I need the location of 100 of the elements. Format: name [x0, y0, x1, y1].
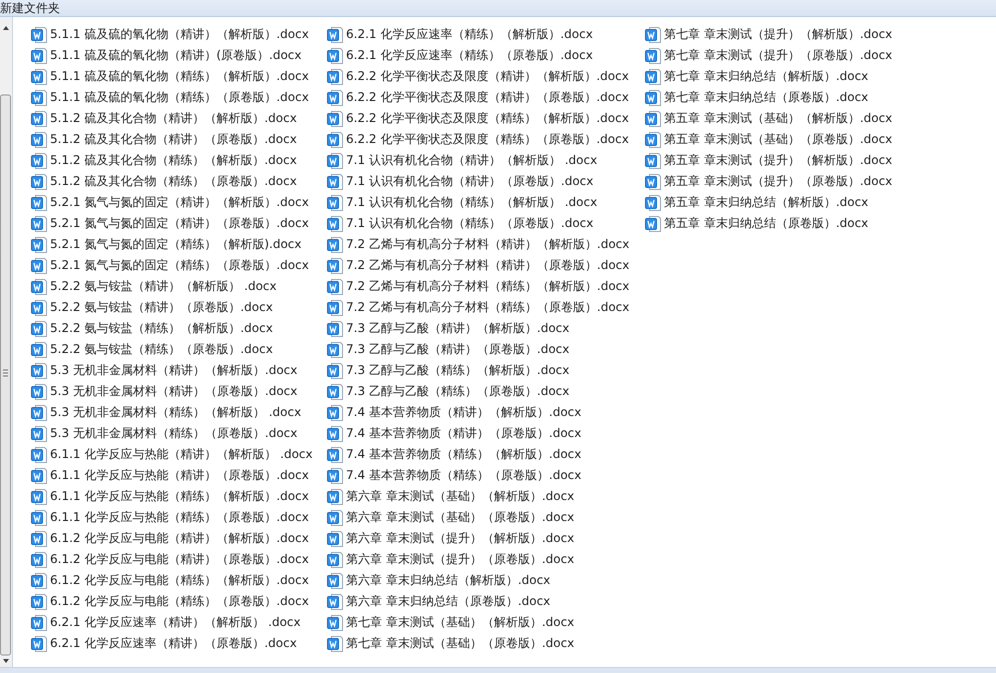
file-name[interactable]: 6.1.2 化学反应与电能（精练）（解析版）.docx [50, 572, 309, 589]
word-document-icon [31, 342, 47, 358]
file-name[interactable]: 第六章 章末归纳总结（原卷版）.docx [346, 593, 550, 610]
file-name[interactable]: 7.4 基本营养物质（精练）（解析版）.docx [346, 446, 582, 463]
file-name[interactable]: 7.2 乙烯与有机高分子材料（精练）（解析版）.docx [346, 278, 630, 295]
file-name[interactable]: 7.3 乙醇与乙酸（精练）（解析版）.docx [346, 362, 570, 379]
word-document-icon [327, 342, 343, 358]
file-name[interactable]: 5.1.2 硫及其化合物（精练）（原卷版）.docx [50, 173, 297, 190]
file-name[interactable]: 7.2 乙烯与有机高分子材料（精讲）（原卷版）.docx [346, 257, 630, 274]
file-name[interactable]: 7.3 乙醇与乙酸（精讲）（原卷版）.docx [346, 341, 570, 358]
file-name[interactable]: 5.2.1 氮气与氮的固定（精讲）（解析版）.docx [50, 194, 309, 211]
word-document-icon [31, 258, 47, 274]
word-document-icon [31, 446, 47, 462]
word-document-icon [31, 48, 47, 64]
file-name[interactable]: 第五章 章末测试（基础）（原卷版）.docx [664, 131, 892, 148]
word-document-icon [327, 552, 343, 568]
file-name[interactable]: 5.3 无机非金属材料（精练）（原卷版）.docx [50, 425, 298, 442]
file-name[interactable]: 6.2.1 化学反应速率（精练）（解析版）.docx [346, 26, 593, 43]
file-name[interactable]: 6.2.2 化学平衡状态及限度（精练）（原卷版）.docx [346, 131, 629, 148]
file-name[interactable]: 第五章 章末测试（提升）（解析版）.docx [664, 152, 892, 169]
word-document-icon [645, 68, 661, 84]
file-name[interactable]: 7.3 乙醇与乙酸（精练）（原卷版）.docx [346, 383, 570, 400]
file-name[interactable]: 5.2.1 氮气与氮的固定（精练）（解析版).docx [50, 236, 302, 253]
file-name[interactable]: 5.1.2 硫及其化合物（精讲）（解析版）.docx [50, 110, 297, 127]
file-name[interactable]: 7.4 基本营养物质（精讲）（解析版）.docx [346, 404, 582, 421]
file-name[interactable]: 第七章 章末测试（基础）（解析版）.docx [346, 614, 574, 631]
word-document-icon [31, 216, 47, 232]
file-name[interactable]: 5.1.1 硫及硫的氧化物（精讲）（解析版）.docx [50, 26, 309, 43]
word-document-icon [31, 510, 47, 526]
word-document-icon [645, 152, 661, 168]
file-name[interactable]: 6.2.1 化学反应速率（精讲）（解析版） .docx [50, 614, 301, 631]
word-document-icon [31, 194, 47, 210]
file-name[interactable]: 第六章 章末测试（提升）（解析版）.docx [346, 530, 574, 547]
file-name[interactable]: 7.4 基本营养物质（精练）（原卷版）.docx [346, 467, 582, 484]
file-name[interactable]: 5.2.2 氨与铵盐（精练）（原卷版）.docx [50, 341, 273, 358]
file-name[interactable]: 第五章 章末测试（基础）（解析版）.docx [664, 110, 892, 127]
file-name[interactable]: 5.2.1 氮气与氮的固定（精练）（原卷版）.docx [50, 257, 309, 274]
word-document-icon [31, 132, 47, 148]
file-name[interactable]: 第六章 章末测试（基础）（原卷版）.docx [346, 509, 574, 526]
word-document-icon [645, 48, 661, 64]
word-document-icon [327, 614, 343, 630]
file-name[interactable]: 6.2.2 化学平衡状态及限度（精讲）（解析版）.docx [346, 68, 629, 85]
file-name[interactable]: 6.1.2 化学反应与电能（精练）（原卷版）.docx [50, 593, 309, 610]
word-document-icon [31, 68, 47, 84]
file-name[interactable]: 5.1.2 硫及其化合物（精讲）（原卷版）.docx [50, 131, 297, 148]
file-name[interactable]: 7.3 乙醇与乙酸（精讲）（解析版）.docx [346, 320, 570, 337]
file-name[interactable]: 5.1.2 硫及其化合物（精练）（解析版）.docx [50, 152, 297, 169]
file-name[interactable]: 6.1.1 化学反应与热能（精练）（解析版）.docx [50, 488, 309, 505]
file-name[interactable]: 6.1.1 化学反应与热能（精讲）（原卷版）.docx [50, 467, 309, 484]
word-document-icon [327, 446, 343, 462]
file-name[interactable]: 第六章 章末归纳总结（解析版）.docx [346, 572, 550, 589]
file-name[interactable]: 第七章 章末归纳总结（解析版）.docx [664, 68, 868, 85]
word-document-icon [327, 510, 343, 526]
file-name[interactable]: 6.1.1 化学反应与热能（精讲）（解析版） .docx [50, 446, 313, 463]
word-document-icon [31, 236, 47, 252]
file-name[interactable]: 6.2.1 化学反应速率（精讲）（原卷版）.docx [50, 635, 297, 652]
file-name[interactable]: 5.1.1 硫及硫的氧化物（精练）（解析版）.docx [50, 68, 309, 85]
file-name[interactable]: 第六章 章末测试（提升）（原卷版）.docx [346, 551, 574, 568]
file-name[interactable]: 5.3 无机非金属材料（精讲）（原卷版）.docx [50, 383, 298, 400]
file-name[interactable]: 第五章 章末归纳总结（原卷版）.docx [664, 215, 868, 232]
file-name[interactable]: 7.4 基本营养物质（精讲）（原卷版）.docx [346, 425, 582, 442]
file-name[interactable]: 7.2 乙烯与有机高分子材料（精讲）（解析版）.docx [346, 236, 630, 253]
word-document-icon [327, 174, 343, 190]
file-name[interactable]: 6.1.1 化学反应与热能（精练）（原卷版）.docx [50, 509, 309, 526]
file-name[interactable]: 第七章 章末测试（提升）（原卷版）.docx [664, 47, 892, 64]
file-name[interactable]: 5.2.2 氨与铵盐（精讲）（原卷版）.docx [50, 299, 273, 316]
word-document-icon [31, 426, 47, 442]
file-name[interactable]: 6.2.2 化学平衡状态及限度（精练）（解析版）.docx [346, 110, 629, 127]
word-document-icon [327, 320, 343, 336]
word-document-icon [645, 26, 661, 42]
word-document-icon [645, 132, 661, 148]
file-name[interactable]: 6.2.2 化学平衡状态及限度（精讲）（原卷版）.docx [346, 89, 629, 106]
word-document-icon [327, 132, 343, 148]
file-name[interactable]: 5.2.2 氨与铵盐（精讲）（解析版） .docx [50, 278, 277, 295]
file-name[interactable]: 5.1.1 硫及硫的氧化物（精讲）(原卷版）.docx [50, 47, 302, 64]
file-name[interactable]: 7.1 认识有机化合物（精讲）（原卷版）.docx [346, 173, 594, 190]
file-name[interactable]: 第七章 章末归纳总结（原卷版）.docx [664, 89, 868, 106]
word-document-icon [31, 404, 47, 420]
word-document-icon [31, 384, 47, 400]
file-name[interactable]: 5.3 无机非金属材料（精练）（解析版） .docx [50, 404, 302, 421]
file-name[interactable]: 5.1.1 硫及硫的氧化物（精练）（原卷版）.docx [50, 89, 309, 106]
word-document-icon [327, 636, 343, 652]
word-document-icon [31, 320, 47, 336]
file-name[interactable]: 6.1.2 化学反应与电能（精讲）（解析版）.docx [50, 530, 309, 547]
file-name[interactable]: 7.2 乙烯与有机高分子材料（精练）（原卷版）.docx [346, 299, 630, 316]
file-name[interactable]: 第七章 章末测试（提升）（解析版）.docx [664, 26, 892, 43]
file-name[interactable]: 7.1 认识有机化合物（精练）（解析版） .docx [346, 194, 598, 211]
file-name[interactable]: 7.1 认识有机化合物（精讲）（解析版） .docx [346, 152, 598, 169]
file-name[interactable]: 7.1 认识有机化合物（精练）（原卷版）.docx [346, 215, 594, 232]
file-name[interactable]: 5.3 无机非金属材料（精讲）（解析版）.docx [50, 362, 298, 379]
file-name[interactable]: 第六章 章末测试（基础）（解析版）.docx [346, 488, 574, 505]
file-name[interactable]: 第七章 章末测试（基础）（原卷版）.docx [346, 635, 574, 652]
word-document-icon [31, 26, 47, 42]
file-name[interactable]: 5.2.2 氨与铵盐（精练）（解析版）.docx [50, 320, 273, 337]
file-name[interactable]: 6.1.2 化学反应与电能（精讲）（原卷版）.docx [50, 551, 309, 568]
file-name[interactable]: 第五章 章末归纳总结（解析版）.docx [664, 194, 868, 211]
word-document-icon [327, 258, 343, 274]
file-name[interactable]: 5.2.1 氮气与氮的固定（精讲）（原卷版）.docx [50, 215, 309, 232]
file-name[interactable]: 6.2.1 化学反应速率（精练）（原卷版）.docx [346, 47, 593, 64]
file-name[interactable]: 第五章 章末测试（提升）（原卷版）.docx [664, 173, 892, 190]
